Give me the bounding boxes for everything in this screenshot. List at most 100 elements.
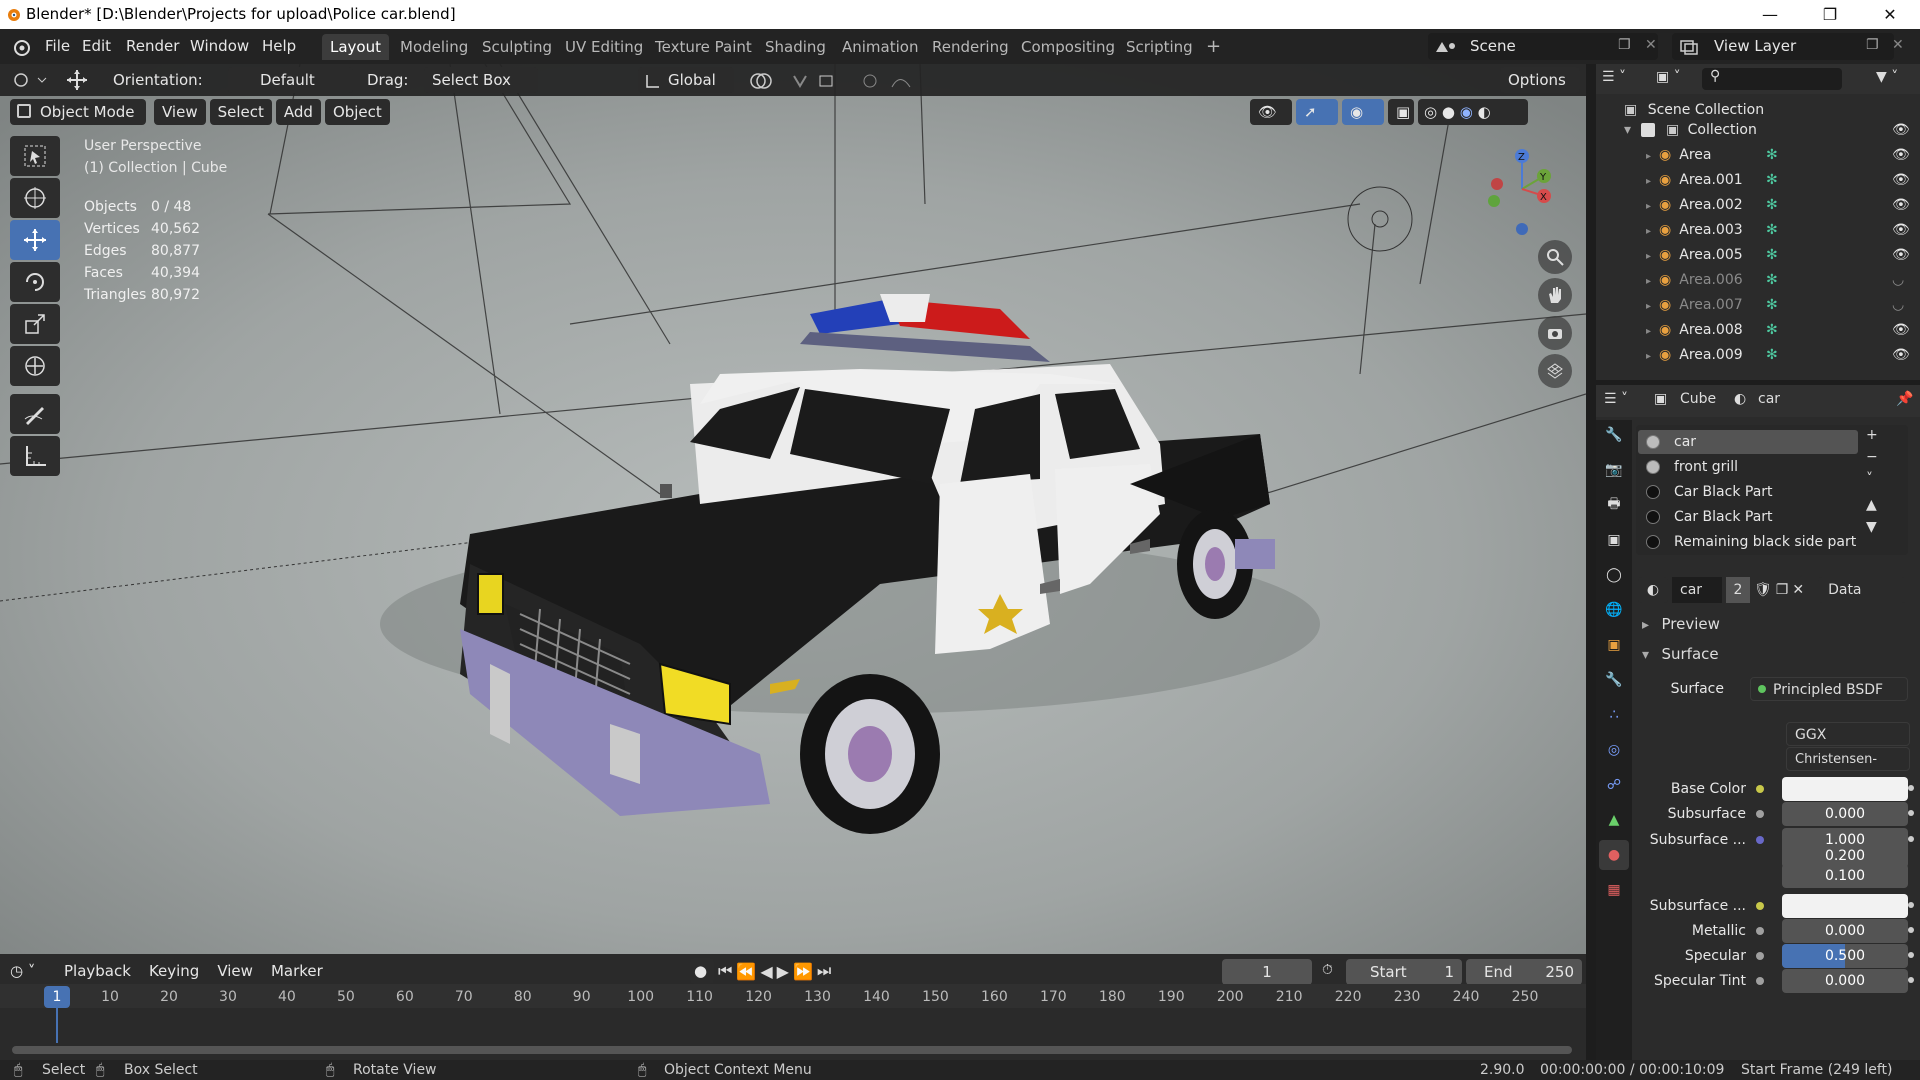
timeline-view-menu[interactable]: View: [211, 958, 259, 984]
outliner-item[interactable]: ▸ ◉ Area.005 ✻ 👁: [1596, 243, 1920, 268]
minimize-button[interactable]: —: [1740, 0, 1800, 29]
light-data-icon[interactable]: ✻: [1766, 318, 1778, 343]
outliner-item[interactable]: ▸ ◉ Area.001 ✻ 👁: [1596, 168, 1920, 193]
socket-dot[interactable]: [1756, 810, 1764, 818]
material-tab-icon[interactable]: ●: [1599, 840, 1629, 870]
menu-add[interactable]: Add: [275, 99, 321, 125]
expand-arrow-icon[interactable]: ▸: [1646, 301, 1651, 312]
navigation-gizmo[interactable]: Z Y X: [1482, 144, 1562, 244]
eye-icon[interactable]: 👁: [1892, 318, 1910, 343]
socket-dot[interactable]: [1756, 785, 1764, 793]
drag-dropdown[interactable]: Select Box: [424, 67, 538, 93]
keyframe-dot[interactable]: [1908, 902, 1914, 908]
modifier-tab-icon[interactable]: 🔧: [1599, 665, 1629, 695]
expand-arrow-icon[interactable]: ▸: [1646, 201, 1651, 212]
menu-help[interactable]: Help: [262, 29, 296, 64]
surface-panel[interactable]: ▾ Surface: [1636, 640, 1920, 668]
measure-tool[interactable]: [10, 436, 60, 476]
move-down-icon[interactable]: ▼: [1866, 519, 1878, 535]
light-data-icon[interactable]: ✻: [1766, 243, 1778, 268]
filter-icon[interactable]: ▼ ˅: [1876, 69, 1898, 85]
expand-arrow-icon[interactable]: ▸: [1646, 176, 1651, 187]
keyframe-dot[interactable]: [1908, 977, 1914, 983]
new-scene-icon[interactable]: ❐: [1618, 37, 1631, 53]
object-tab-icon[interactable]: ▣: [1599, 630, 1629, 660]
socket-dot[interactable]: [1756, 927, 1764, 935]
menu-window[interactable]: Window: [190, 29, 249, 64]
move-tool-icon[interactable]: [62, 68, 92, 92]
ortho-grid-icon[interactable]: [1538, 354, 1572, 388]
playhead-frame[interactable]: 1: [44, 986, 70, 1008]
particles-tab-icon[interactable]: ∴: [1599, 700, 1629, 730]
proportional-editing-icon[interactable]: [860, 70, 924, 92]
tab-compositing[interactable]: Compositing: [1013, 34, 1123, 60]
material-slot[interactable]: Car Black Part: [1638, 480, 1858, 504]
outliner-item[interactable]: ▸ ◉ Area.007 ✻ ◡: [1596, 293, 1920, 318]
expand-arrow-icon[interactable]: ▸: [1646, 351, 1651, 362]
eye-icon[interactable]: 👁: [1892, 218, 1910, 243]
rotate-tool[interactable]: [10, 262, 60, 302]
collection-checkbox[interactable]: [1641, 123, 1656, 137]
tab-uv-editing[interactable]: UV Editing: [557, 34, 651, 60]
xray-icon[interactable]: ▣: [1388, 99, 1414, 125]
keyframe-dot[interactable]: [1908, 836, 1914, 842]
mode-dropdown[interactable]: Object Mode: [10, 99, 146, 125]
color-swatch[interactable]: [1782, 777, 1908, 801]
eye-closed-icon[interactable]: ◡: [1892, 268, 1904, 293]
jump-end-icon[interactable]: ⏭: [817, 961, 831, 981]
preview-panel[interactable]: ▸ Preview: [1636, 610, 1920, 638]
output-tab-icon[interactable]: 🖶: [1599, 490, 1629, 520]
select-box-tool[interactable]: [10, 136, 60, 176]
light-data-icon[interactable]: ✻: [1766, 143, 1778, 168]
eye-icon[interactable]: 👁: [1892, 343, 1910, 368]
tool-tab-icon[interactable]: 🔧: [1599, 420, 1629, 450]
scene-tab-icon[interactable]: ◯: [1599, 560, 1629, 590]
light-data-icon[interactable]: ✻: [1766, 268, 1778, 293]
menu-file[interactable]: File: [45, 29, 70, 64]
annotate-tool[interactable]: [10, 394, 60, 434]
tab-scripting[interactable]: Scripting: [1118, 34, 1201, 60]
expand-arrow-icon[interactable]: ▸: [1646, 151, 1651, 162]
material-slot[interactable]: Remaining black side part: [1638, 530, 1858, 554]
shading-mode-group[interactable]: ◎ ● ◉ ◐: [1418, 99, 1528, 125]
play-reverse-icon[interactable]: ◀: [760, 962, 772, 981]
slot-specials-icon[interactable]: ˅: [1866, 471, 1878, 487]
material-slot[interactable]: front grill: [1638, 455, 1858, 479]
data-tab-icon[interactable]: ▲: [1599, 805, 1629, 835]
remove-slot-icon[interactable]: −: [1866, 449, 1878, 465]
rendered-shading-icon[interactable]: ◐: [1478, 103, 1491, 121]
outliner-item[interactable]: ▸ ◉ Area.008 ✻ 👁: [1596, 318, 1920, 343]
view-layer-selector[interactable]: View Layer: [1672, 33, 1894, 60]
keyframe-dot[interactable]: [1908, 952, 1914, 958]
light-data-icon[interactable]: ✻: [1766, 218, 1778, 243]
timeline-scrollbar[interactable]: [12, 1046, 1572, 1054]
eye-closed-icon[interactable]: ◡: [1892, 293, 1904, 318]
eye-icon[interactable]: 👁: [1892, 168, 1910, 193]
eye-icon[interactable]: 👁: [1892, 118, 1910, 143]
new-view-layer-icon[interactable]: ❐: [1866, 37, 1879, 53]
outliner-item[interactable]: ▸ ◉ Area ✻ 👁: [1596, 143, 1920, 168]
material-preview-icon[interactable]: ◉: [1460, 103, 1473, 121]
menu-object[interactable]: Object: [324, 99, 390, 125]
move-up-icon[interactable]: ▲: [1866, 497, 1878, 513]
current-frame-field[interactable]: 1: [1222, 959, 1312, 985]
solid-shading-icon[interactable]: ●: [1442, 103, 1455, 121]
properties-editor-icon[interactable]: ☰ ˅: [1604, 391, 1628, 407]
render-tab-icon[interactable]: 📷: [1599, 455, 1629, 485]
gizmo-toggle-icon[interactable]: ➚: [1296, 99, 1338, 125]
expand-arrow-icon[interactable]: ▸: [1646, 326, 1651, 337]
world-tab-icon[interactable]: 🌐: [1599, 595, 1629, 625]
light-data-icon[interactable]: ✻: [1766, 293, 1778, 318]
blender-menu-icon[interactable]: [10, 36, 32, 58]
outliner-editor-icon[interactable]: ☰ ˅: [1602, 69, 1626, 85]
material-slot[interactable]: Car Black Part: [1638, 505, 1858, 529]
visibility-icon[interactable]: 👁: [1250, 99, 1292, 125]
tab-layout[interactable]: Layout: [322, 34, 389, 60]
expand-arrow-icon[interactable]: ▸: [1646, 226, 1651, 237]
end-frame-field[interactable]: End 250: [1466, 959, 1582, 985]
options-dropdown[interactable]: Options: [1500, 67, 1580, 93]
pan-hand-icon[interactable]: [1538, 278, 1572, 312]
eye-icon[interactable]: 👁: [1892, 193, 1910, 218]
wireframe-shading-icon[interactable]: ◎: [1424, 103, 1437, 121]
tab-sculpting[interactable]: Sculpting: [474, 34, 560, 60]
